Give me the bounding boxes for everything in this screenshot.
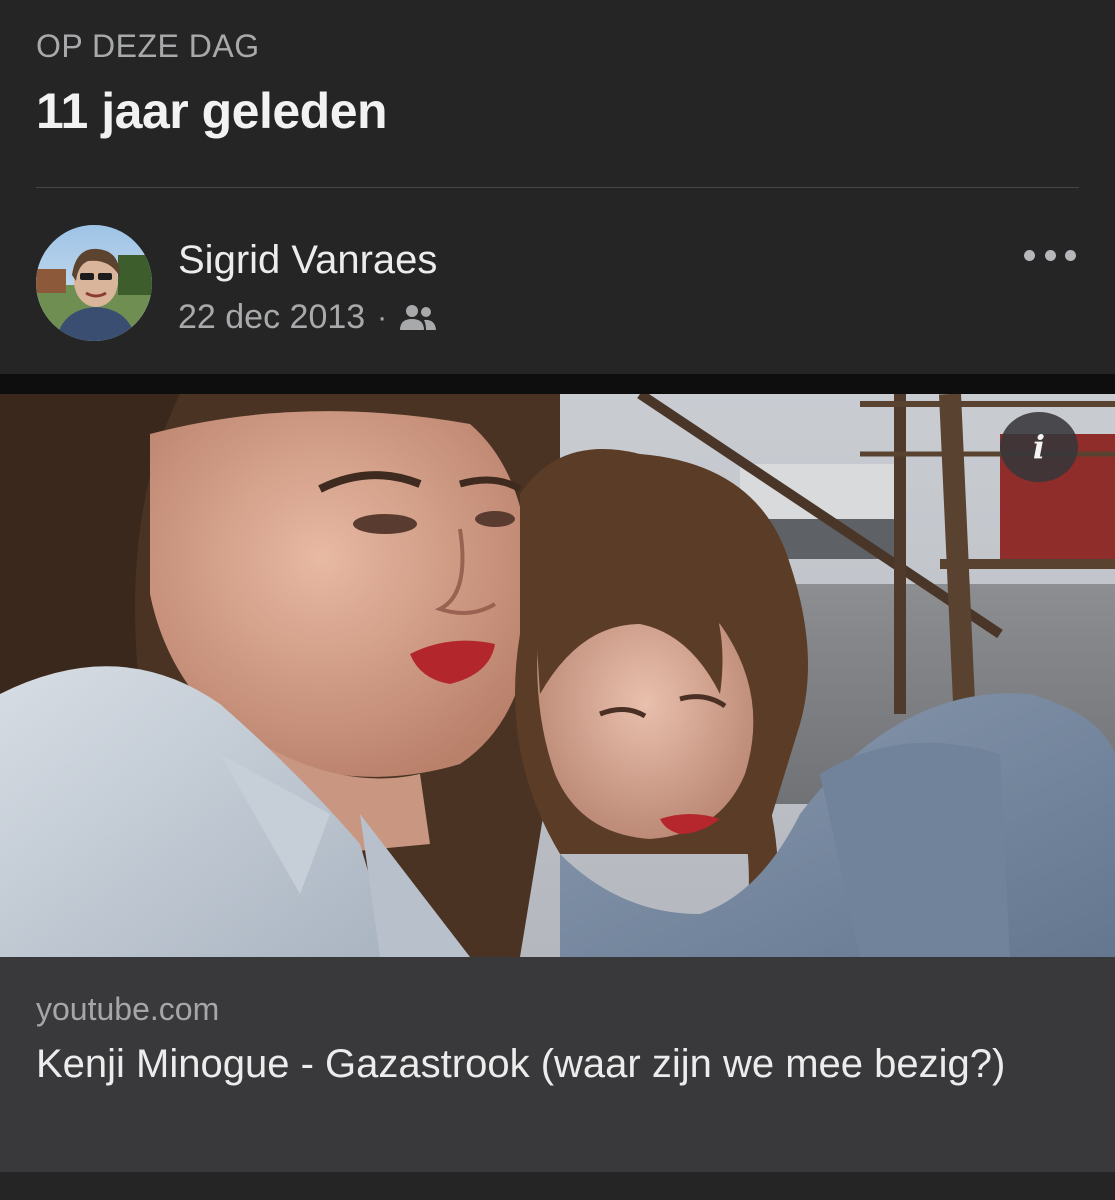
post-header: Sigrid Vanraes 22 dec 2013 · [0,188,1115,374]
memory-kicker: OP DEZE DAG [36,28,260,64]
memory-header: OP DEZE DAG 11 jaar geleden [0,0,1115,188]
meta-separator: · [377,300,388,334]
more-dot [1044,249,1056,261]
avatar-photo [36,225,152,341]
post-meta: 22 dec 2013 · [178,298,437,337]
thumbnail-image [0,394,1115,957]
avatar[interactable] [36,225,152,341]
memory-title: 11 jaar geleden [36,83,388,139]
media-top-strip [0,374,1115,394]
link-title: Kenji Minogue - Gazastrook (waar zijn we… [36,1042,1006,1086]
link-preview[interactable]: youtube.com Kenji Minogue - Gazastrook (… [0,957,1115,1172]
info-icon: i [1032,428,1046,466]
more-options-button[interactable] [1024,240,1076,270]
info-button[interactable]: i [1000,412,1078,482]
video-thumbnail[interactable] [0,394,1115,957]
bottom-strip [0,1172,1115,1200]
memory-card: OP DEZE DAG 11 jaar geleden Sigrid Vanra… [0,0,1115,1200]
author-name[interactable]: Sigrid Vanraes [178,238,437,283]
more-horizontal-icon [1024,249,1035,261]
link-domain: youtube.com [36,991,220,1027]
post-date[interactable]: 22 dec 2013 [178,298,365,337]
friends-icon[interactable] [399,303,437,333]
more-dot [1065,249,1076,261]
